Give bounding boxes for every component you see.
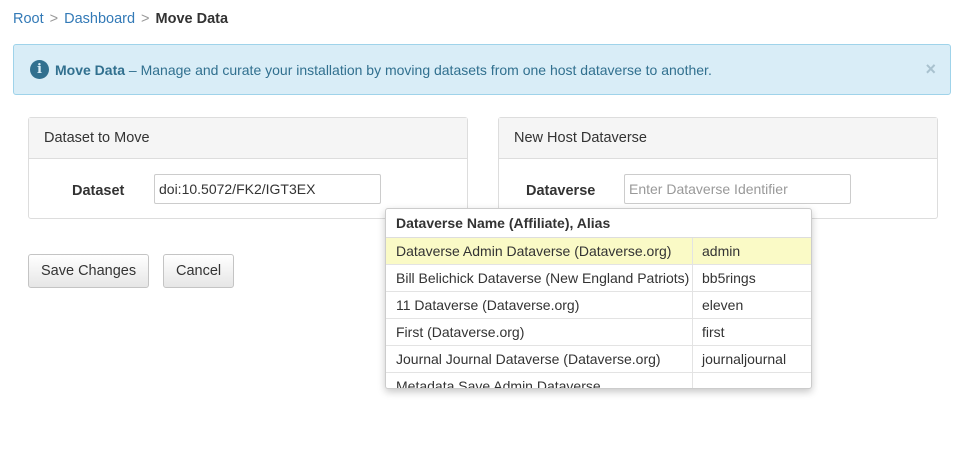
option-alias: journaljournal xyxy=(702,351,787,367)
save-changes-button[interactable]: Save Changes xyxy=(28,254,150,288)
breadcrumb: Root > Dashboard > Move Data xyxy=(13,11,228,27)
host-dataverse-panel-heading: New Host Dataverse xyxy=(499,118,937,159)
dataset-input[interactable] xyxy=(154,174,381,204)
option-name: 11 Dataverse (Dataverse.org) xyxy=(386,292,693,318)
dataverse-label: Dataverse xyxy=(526,183,596,199)
dataverse-autocomplete-dropdown: Dataverse Name (Affiliate), Alias Datave… xyxy=(385,208,812,389)
dataverse-input[interactable] xyxy=(624,174,851,204)
dropdown-option[interactable]: 11 Dataverse (Dataverse.org) eleven xyxy=(386,292,811,319)
option-name: First (Dataverse.org) xyxy=(386,319,693,345)
close-icon[interactable]: × xyxy=(925,59,936,80)
info-icon: i xyxy=(30,60,49,79)
option-alias: admin xyxy=(702,243,741,259)
dropdown-header: Dataverse Name (Affiliate), Alias xyxy=(386,209,811,238)
breadcrumb-separator: > xyxy=(141,11,150,27)
breadcrumb-root-link[interactable]: Root xyxy=(13,11,44,27)
dropdown-option[interactable]: Metadata Save Admin Dataverse xyxy=(386,373,811,388)
option-name: Journal Journal Dataverse (Dataverse.org… xyxy=(386,346,693,372)
option-alias: first xyxy=(702,324,725,340)
cancel-button[interactable]: Cancel xyxy=(163,254,235,288)
host-dataverse-panel: New Host Dataverse Dataverse xyxy=(498,117,938,219)
alert-title: Move Data xyxy=(55,61,126,78)
dropdown-option[interactable]: Journal Journal Dataverse (Dataverse.org… xyxy=(386,346,811,373)
dropdown-option[interactable]: First (Dataverse.org) first xyxy=(386,319,811,346)
dataset-label: Dataset xyxy=(72,183,125,199)
dropdown-option[interactable]: Bill Belichick Dataverse (New England Pa… xyxy=(386,265,811,292)
option-name: Bill Belichick Dataverse (New England Pa… xyxy=(386,265,693,291)
option-name: Dataverse Admin Dataverse (Dataverse.org… xyxy=(386,238,693,264)
option-alias: bb5rings xyxy=(702,270,756,286)
option-alias: eleven xyxy=(702,297,744,313)
info-alert: i Move Data – Manage and curate your ins… xyxy=(13,44,951,95)
alert-message: – Manage and curate your installation by… xyxy=(125,61,712,78)
dataset-panel: Dataset to Move Dataset xyxy=(28,117,468,219)
breadcrumb-current: Move Data xyxy=(155,11,229,27)
dataset-panel-heading: Dataset to Move xyxy=(29,118,467,159)
breadcrumb-dashboard-link[interactable]: Dashboard xyxy=(64,11,135,27)
breadcrumb-separator: > xyxy=(49,11,59,27)
dropdown-option[interactable]: Dataverse Admin Dataverse (Dataverse.org… xyxy=(386,238,811,265)
option-alias xyxy=(693,373,702,388)
option-name: Metadata Save Admin Dataverse xyxy=(386,373,693,388)
